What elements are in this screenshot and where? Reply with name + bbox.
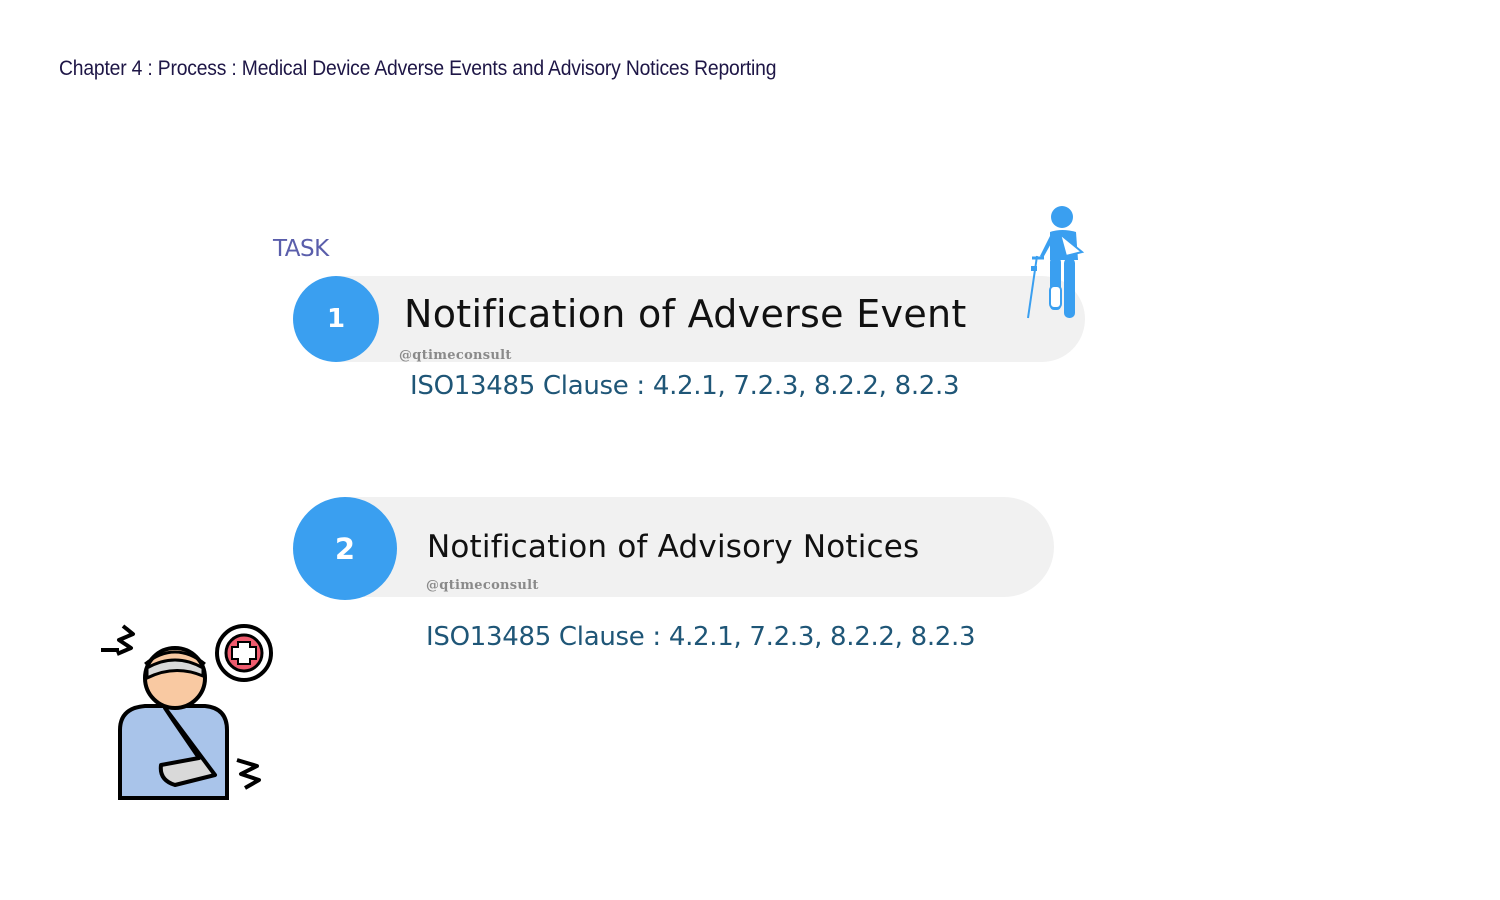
task-1-watermark: @qtimeconsult — [399, 348, 512, 363]
task-2-clause: ISO13485 Clause : 4.2.1, 7.2.3, 8.2.2, 8… — [426, 622, 976, 652]
task-1-title: Notification of Adverse Event — [404, 292, 967, 336]
injured-patient-icon — [101, 624, 273, 800]
task-1-number-badge: 1 — [293, 276, 379, 362]
task-2-number-badge: 2 — [293, 497, 397, 600]
task-1-clause: ISO13485 Clause : 4.2.1, 7.2.3, 8.2.2, 8… — [410, 371, 960, 401]
task-2-watermark: @qtimeconsult — [426, 578, 539, 593]
page-title: Chapter 4 : Process : Medical Device Adv… — [59, 57, 777, 80]
task-label: TASK — [273, 236, 329, 262]
person-with-crutch-icon — [1027, 206, 1085, 319]
task-2-title: Notification of Advisory Notices — [427, 529, 920, 565]
